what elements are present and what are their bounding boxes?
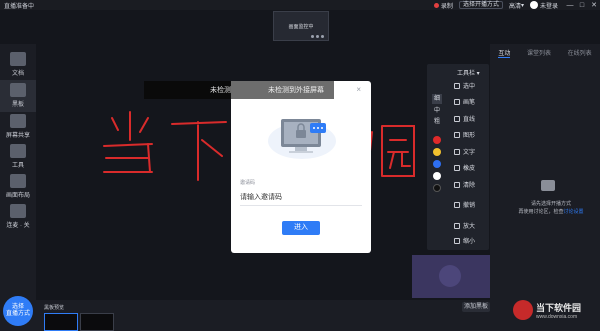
tab-interaction[interactable]: 互动 [498,48,511,58]
enter-button[interactable]: 进入 [282,221,320,235]
dialog-title-bar: 未检测到外接屏幕 [231,81,334,99]
thickness-thick[interactable]: 粗 [432,117,442,128]
close-icon[interactable]: × [356,85,361,94]
color-black[interactable] [433,184,441,192]
thickness-selector: 细 中 粗 [432,94,442,128]
undo-icon [454,201,460,208]
chat-bubble-icon [541,180,555,191]
watermark-name: 当下软件园 [536,302,582,313]
toolbar-header[interactable]: 工具栏 ▾ [457,68,480,77]
color-blue[interactable] [433,160,441,168]
thickness-medium[interactable]: 中 [432,106,442,117]
color-red[interactable] [433,136,441,144]
user-avatar-icon [439,265,461,287]
tool-zoom-out[interactable]: 缩小 [454,236,475,245]
tool-zoom-in[interactable]: 放大 [454,221,475,230]
tool-eraser[interactable]: 橡皮 [454,163,475,172]
blackboard-preview-strip: 黑板预览 [36,300,490,331]
teacher-video-thumbnail[interactable] [412,255,490,298]
invite-code-dialog: × 邀请码 请输入邀请码 进入 [231,81,371,253]
invite-code-input[interactable]: 请输入邀请码 [240,192,362,206]
tab-online-list[interactable]: 在线列表 [568,48,592,58]
blackboard-thumbnail-2[interactable] [80,313,114,331]
tool-text[interactable]: 文字 [454,147,475,156]
tool-undo[interactable]: 撤销 [454,200,475,209]
zoom-out-icon [454,237,460,244]
tool-shape[interactable]: 图形 [454,130,475,139]
shape-icon [454,131,460,138]
right-panel: 互动 课堂列表 在线列表 请先选择开播方式 再使用讨论区，检查讨论设置 [490,44,600,331]
watermark: 当下软件园 www.downxia.com [513,300,581,320]
tool-select[interactable]: 选中 [454,81,475,90]
thickness-fine[interactable]: 细 [432,94,442,104]
tool-pen[interactable]: 画笔 [454,97,475,106]
color-white[interactable] [433,172,441,180]
add-blackboard-button[interactable]: 添加黑板 [462,302,490,312]
right-panel-tabs: 互动 课堂列表 在线列表 [490,48,600,58]
watermark-url: www.downxia.com [536,313,578,320]
chat-hint: 请先选择开播方式 再使用讨论区，检查讨论设置 [518,201,584,215]
blackboard-thumbnail-1[interactable] [44,313,78,331]
pen-icon [454,98,460,105]
color-yellow[interactable] [433,148,441,156]
discussion-settings-link[interactable]: 讨论设置 [564,209,584,215]
watermark-logo-icon [513,300,533,320]
eraser-icon [454,164,460,171]
tool-clear[interactable]: 清除 [454,180,475,189]
text-icon [454,148,460,155]
drawing-toolbar: 工具栏 ▾ 细 中 粗 选中 画笔 直线 图形 文字 橡皮 清除 撤销 放大 缩… [427,64,489,250]
dialog-title: 未检测到外接屏幕 [268,87,324,94]
tool-line[interactable]: 直线 [454,114,475,123]
cursor-icon [454,82,460,89]
invite-code-label: 邀请码 [240,180,256,186]
zoom-in-icon [454,222,460,229]
tab-class-list[interactable]: 课堂列表 [527,48,551,58]
blackboard-preview-title: 黑板预览 [44,305,65,311]
screen-lock-illustration-icon [268,119,336,159]
line-icon [454,115,460,122]
trash-icon [454,181,460,188]
